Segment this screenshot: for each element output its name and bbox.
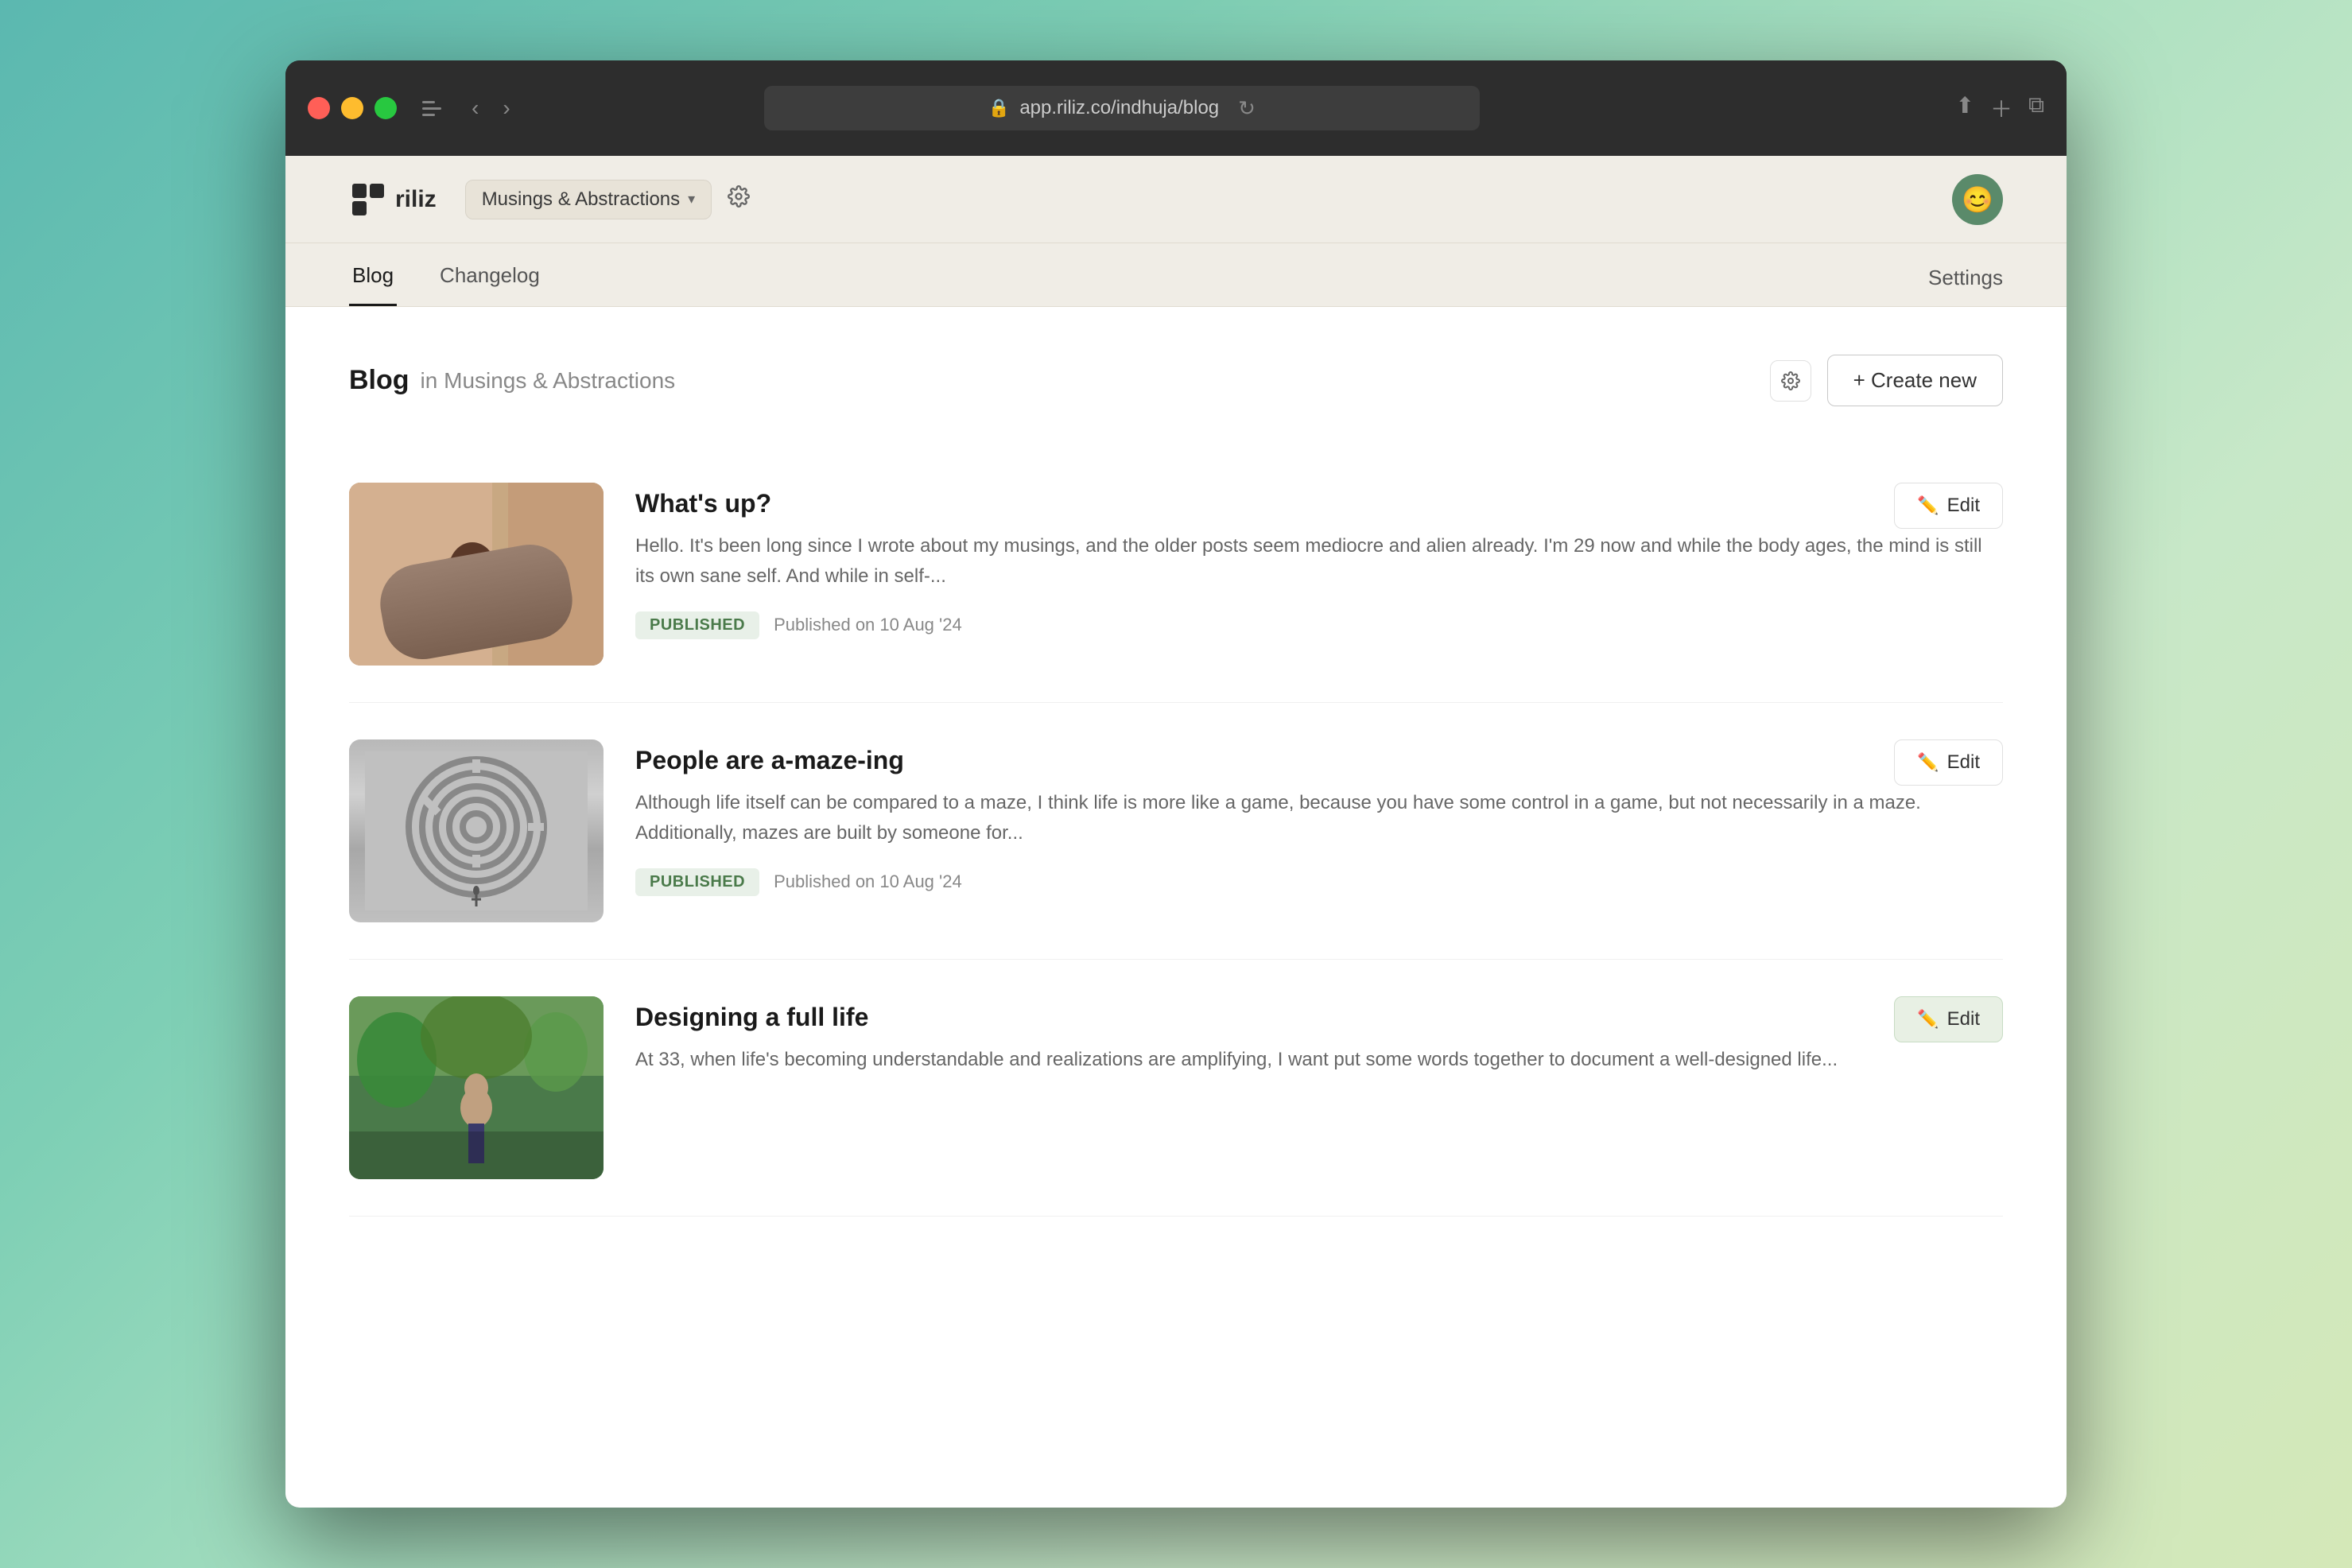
edit-button-1[interactable]: ✏️ Edit <box>1894 483 2003 529</box>
app-content: riliz Musings & Abstractions ▾ 😊 Blog Ch… <box>285 156 2067 1508</box>
post-date-2: Published on 10 Aug '24 <box>774 871 962 892</box>
post-card-2: People are a-maze-ing Although life itse… <box>349 703 2003 960</box>
create-new-button[interactable]: + Create new <box>1827 355 2003 406</box>
tab-blog[interactable]: Blog <box>349 263 397 306</box>
nav-settings-link[interactable]: Settings <box>1928 266 2003 306</box>
riliz-logo-icon <box>349 180 387 219</box>
workspace-selector[interactable]: Musings & Abstractions ▾ <box>465 180 712 219</box>
close-button[interactable] <box>308 97 330 119</box>
logo: riliz <box>349 180 437 219</box>
post-date-1: Published on 10 Aug '24 <box>774 615 962 635</box>
edit-label-1: Edit <box>1947 495 1980 517</box>
browser-chrome: ‹ › 🔒 app.riliz.co/indhuja/blog ↻ ⬆ ＋ ⧉ <box>285 60 2067 156</box>
nav-tabs: Blog Changelog Settings <box>285 243 2067 307</box>
page-subtitle: in Musings & Abstractions <box>421 368 676 394</box>
post-body-1: What's up? Hello. It's been long since I… <box>635 483 2003 639</box>
post-body-2: People are a-maze-ing Although life itse… <box>635 739 2003 896</box>
fullscreen-button[interactable] <box>375 97 397 119</box>
published-badge-2: PUBLISHED <box>635 868 759 896</box>
page-settings-button[interactable] <box>1770 360 1811 402</box>
logo-text: riliz <box>395 186 437 213</box>
tabs-icon[interactable]: ⧉ <box>2028 92 2044 124</box>
page-header: Blog in Musings & Abstractions + Create … <box>349 355 2003 406</box>
sidebar-toggle-icon[interactable] <box>422 96 454 120</box>
post-meta-1: PUBLISHED Published on 10 Aug '24 <box>635 611 2003 639</box>
post-body-3: Designing a full life At 33, when life's… <box>635 996 2003 1094</box>
published-badge-1: PUBLISHED <box>635 611 759 639</box>
page-title-section: Blog in Musings & Abstractions <box>349 365 675 396</box>
post-image-3 <box>349 996 604 1179</box>
browser-window: ‹ › 🔒 app.riliz.co/indhuja/blog ↻ ⬆ ＋ ⧉ … <box>285 60 2067 1508</box>
browser-controls: ‹ › <box>422 92 517 124</box>
page-title: Blog <box>349 365 409 396</box>
post-title-1: What's up? <box>635 489 2003 518</box>
post-excerpt-3: At 33, when life's becoming understandab… <box>635 1045 2003 1075</box>
refresh-button[interactable]: ↻ <box>1238 96 1256 121</box>
share-icon[interactable]: ⬆ <box>1956 92 1974 124</box>
lock-icon: 🔒 <box>988 98 1010 118</box>
post-excerpt-2: Although life itself can be compared to … <box>635 788 2003 849</box>
edit-button-3[interactable]: ✏️ Edit <box>1894 996 2003 1042</box>
minimize-button[interactable] <box>341 97 363 119</box>
post-excerpt-1: Hello. It's been long since I wrote abou… <box>635 531 2003 592</box>
workspace-chevron-icon: ▾ <box>688 191 695 208</box>
post-title-2: People are a-maze-ing <box>635 746 2003 775</box>
new-tab-icon[interactable]: ＋ <box>1990 92 2012 124</box>
browser-actions: ⬆ ＋ ⧉ <box>1956 92 2044 124</box>
app-header: riliz Musings & Abstractions ▾ 😊 <box>285 156 2067 243</box>
post-title-3: Designing a full life <box>635 1003 2003 1032</box>
forward-button[interactable]: › <box>496 92 516 124</box>
edit-label-2: Edit <box>1947 751 1980 774</box>
post-image-1 <box>349 483 604 666</box>
back-button[interactable]: ‹ <box>465 92 485 124</box>
address-bar[interactable]: 🔒 app.riliz.co/indhuja/blog ↻ <box>764 86 1480 130</box>
pencil-icon-3: ✏️ <box>1917 1009 1939 1030</box>
page-actions: + Create new <box>1770 355 2003 406</box>
url-text: app.riliz.co/indhuja/blog <box>1019 97 1219 119</box>
post-card-3: Designing a full life At 33, when life's… <box>349 960 2003 1217</box>
header-gear-button[interactable] <box>728 185 750 213</box>
avatar[interactable]: 😊 <box>1952 174 2003 225</box>
tab-changelog[interactable]: Changelog <box>437 263 543 306</box>
avatar-emoji: 😊 <box>1962 184 1993 215</box>
maze-image <box>365 751 588 910</box>
traffic-lights <box>308 97 397 119</box>
post-meta-2: PUBLISHED Published on 10 Aug '24 <box>635 868 2003 896</box>
main-content: Blog in Musings & Abstractions + Create … <box>285 307 2067 1508</box>
edit-label-3: Edit <box>1947 1008 1980 1030</box>
post-card: What's up? Hello. It's been long since I… <box>349 446 2003 703</box>
pencil-icon-1: ✏️ <box>1917 495 1939 516</box>
workspace-name: Musings & Abstractions <box>482 188 680 211</box>
post-thumbnail-1 <box>349 483 604 666</box>
pencil-icon-2: ✏️ <box>1917 752 1939 773</box>
edit-button-2[interactable]: ✏️ Edit <box>1894 739 2003 786</box>
post-thumbnail-3 <box>349 996 604 1179</box>
post-thumbnail-2 <box>349 739 604 922</box>
